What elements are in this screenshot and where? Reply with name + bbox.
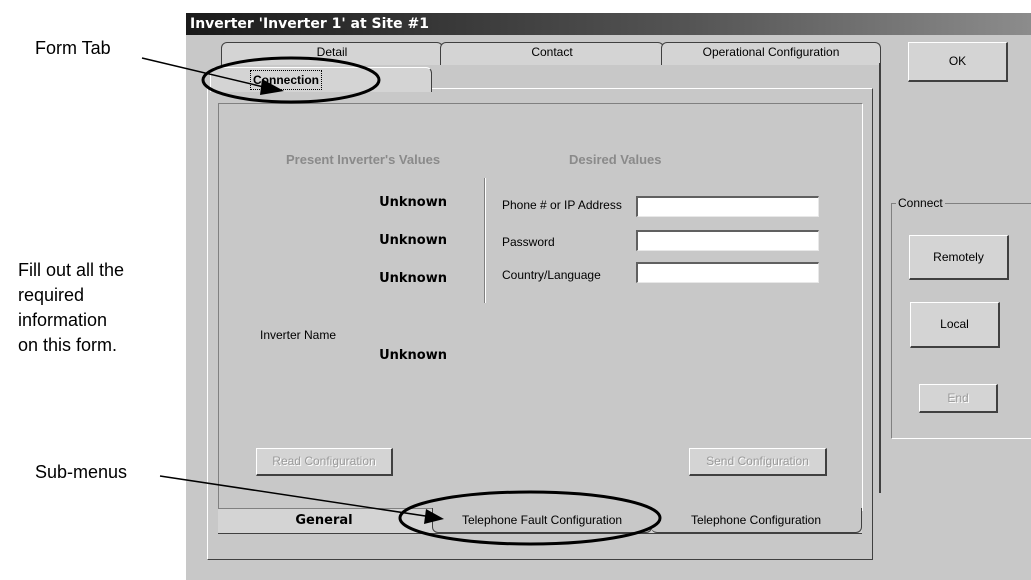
callout-overlay [141, 56, 662, 546]
sub-menus-leader-line [159, 475, 433, 518]
sub-menus-arrowhead [424, 509, 444, 524]
form-tab-ellipse [201, 56, 381, 104]
form-tab-arrowhead [260, 79, 284, 95]
